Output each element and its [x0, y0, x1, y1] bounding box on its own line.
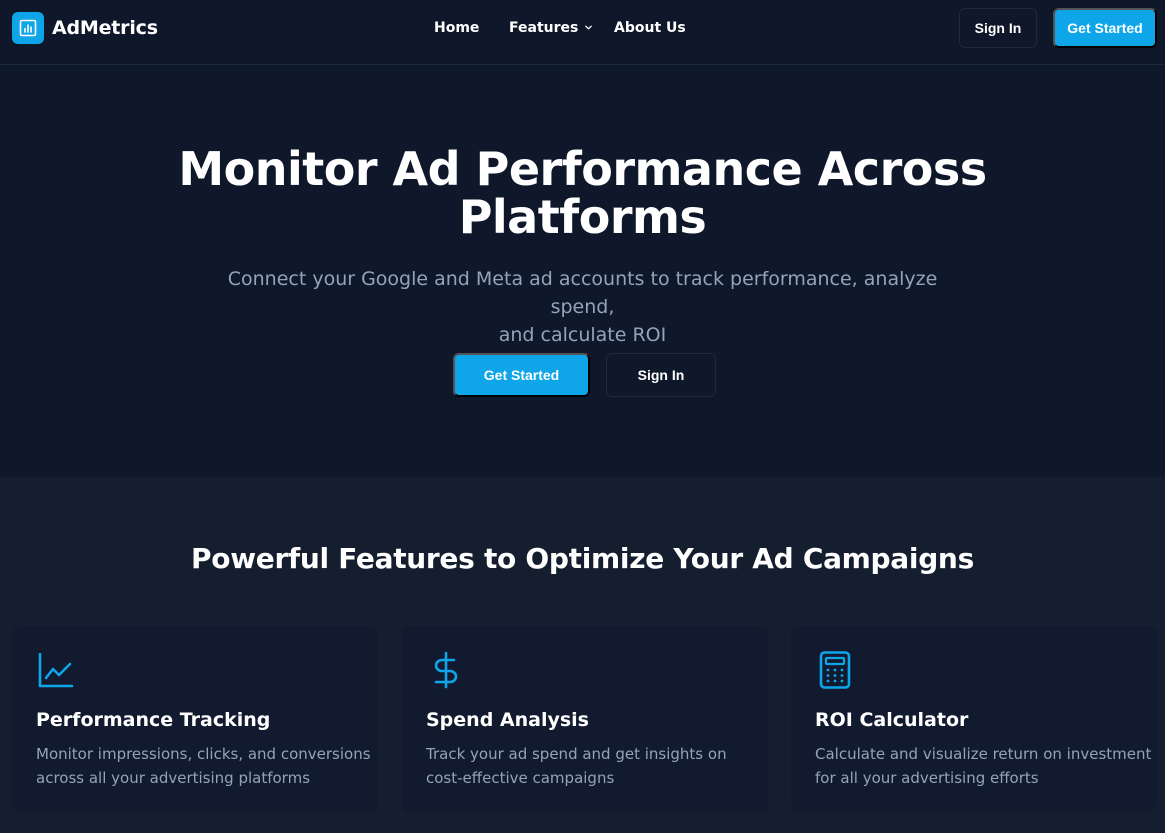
- feature-card-description: Calculate and visualize return on invest…: [815, 742, 1152, 790]
- nav-about-link[interactable]: About Us: [614, 20, 686, 36]
- feature-card-description-line-1: Monitor impressions, clicks, and convers…: [36, 745, 371, 763]
- hero-title: Monitor Ad Performance Across Platforms: [0, 145, 1165, 241]
- feature-card-description-line-2: cost-effective campaigns: [426, 769, 615, 787]
- feature-card-description-line-2: for all your advertising efforts: [815, 769, 1039, 787]
- feature-card-description: Track your ad spend and get insights on …: [426, 742, 756, 790]
- feature-card-title: Spend Analysis: [426, 709, 589, 731]
- feature-card-description-line-1: Calculate and visualize return on invest…: [815, 745, 1152, 763]
- nav-features-dropdown[interactable]: Features: [509, 20, 593, 36]
- get-started-button[interactable]: Get Started: [1053, 8, 1157, 48]
- features-title: Powerful Features to Optimize Your Ad Ca…: [191, 542, 974, 575]
- hero-title-line-1: Monitor Ad Performance Across: [178, 142, 987, 196]
- feature-card-roi-calculator: ROI Calculator Calculate and visualize r…: [791, 626, 1157, 812]
- feature-card-description: Monitor impressions, clicks, and convers…: [36, 742, 371, 790]
- feature-card-title: Performance Tracking: [36, 709, 271, 731]
- feature-card-description-line-1: Track your ad spend and get insights on: [426, 745, 727, 763]
- calculator-icon: [815, 650, 855, 690]
- bar-chart-icon: [12, 12, 44, 44]
- chevron-down-icon: [584, 20, 593, 36]
- navbar: AdMetrics Home Features About Us Sign In…: [0, 0, 1165, 65]
- hero-subtitle-line-2: and calculate ROI: [498, 324, 667, 346]
- hero-title-line-2: Platforms: [458, 190, 707, 244]
- hero-sign-in-button[interactable]: Sign In: [606, 353, 716, 397]
- hero-subtitle-line-1: Connect your Google and Meta ad accounts…: [227, 268, 938, 318]
- feature-card-title: ROI Calculator: [815, 709, 969, 731]
- brand-name: AdMetrics: [52, 17, 158, 39]
- features-section: Powerful Features to Optimize Your Ad Ca…: [0, 477, 1165, 833]
- hero-get-started-button[interactable]: Get Started: [453, 353, 590, 397]
- feature-card-spend-analysis: Spend Analysis Track your ad spend and g…: [402, 626, 768, 812]
- brand-logo[interactable]: AdMetrics: [12, 12, 158, 44]
- line-chart-icon: [36, 650, 76, 690]
- sign-in-button[interactable]: Sign In: [959, 8, 1037, 48]
- nav-home-link[interactable]: Home: [434, 20, 479, 36]
- hero-subtitle: Connect your Google and Meta ad accounts…: [200, 265, 965, 349]
- hero-section: Monitor Ad Performance Across Platforms …: [0, 65, 1165, 477]
- feature-card-description-line-2: across all your advertising platforms: [36, 769, 311, 787]
- dollar-sign-icon: [426, 650, 466, 690]
- nav-features-label: Features: [509, 20, 579, 36]
- feature-card-performance-tracking: Performance Tracking Monitor impressions…: [12, 626, 378, 812]
